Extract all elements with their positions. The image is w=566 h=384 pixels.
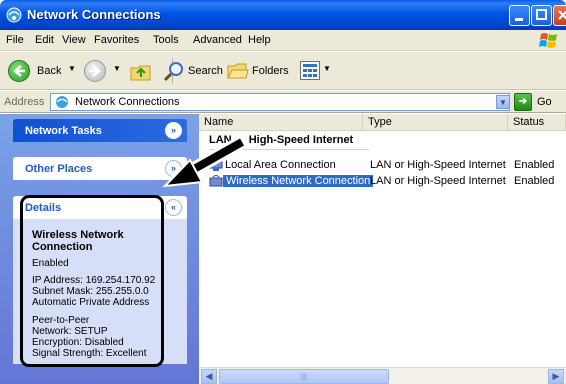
folders-button[interactable]: Folders bbox=[252, 65, 289, 77]
network-connections-icon bbox=[56, 96, 68, 108]
close-button[interactable] bbox=[553, 5, 566, 26]
connection-status: Enabled bbox=[514, 175, 555, 187]
minimize-button[interactable] bbox=[509, 5, 530, 26]
menu-help[interactable]: Help bbox=[248, 34, 271, 46]
toolbar: Back ▼ ▼ Search Folders ▼ bbox=[0, 52, 566, 90]
address-bar: Address Network Connections ▼ ➔ Go bbox=[0, 91, 566, 113]
title-bar[interactable]: Network Connections bbox=[0, 0, 566, 30]
column-name[interactable]: Name bbox=[199, 114, 363, 131]
menu-favorites[interactable]: Favorites bbox=[94, 34, 139, 46]
connection-type: LAN or High-Speed Internet bbox=[370, 159, 506, 171]
connection-status: Enabled bbox=[514, 159, 555, 171]
views-dropdown-icon[interactable]: ▼ bbox=[323, 64, 331, 73]
back-arrow-icon bbox=[13, 65, 25, 77]
window-title: Network Connections bbox=[27, 7, 161, 22]
network-tasks-title: Network Tasks bbox=[25, 125, 102, 137]
forward-button[interactable] bbox=[84, 60, 106, 82]
menu-file[interactable]: File bbox=[6, 34, 24, 46]
forward-dropdown-icon[interactable]: ▼ bbox=[113, 64, 121, 73]
horizontal-scrollbar[interactable]: ◀ ||| ▶ bbox=[199, 367, 566, 384]
views-button[interactable] bbox=[300, 61, 320, 80]
maximize-icon bbox=[536, 9, 547, 20]
search-icon[interactable] bbox=[163, 60, 185, 82]
scroll-right-icon[interactable]: ▶ bbox=[548, 369, 564, 384]
menu-bar: File Edit View Favorites Tools Advanced … bbox=[0, 30, 566, 51]
folders-icon[interactable] bbox=[226, 61, 250, 81]
menu-tools[interactable]: Tools bbox=[153, 34, 179, 46]
details-highlight-box bbox=[20, 195, 164, 367]
address-label: Address bbox=[4, 96, 45, 108]
go-button[interactable]: Go bbox=[537, 96, 552, 108]
go-arrow-icon[interactable]: ➔ bbox=[514, 93, 532, 111]
column-status[interactable]: Status bbox=[508, 114, 566, 131]
up-folder-icon[interactable] bbox=[128, 60, 154, 82]
menu-advanced[interactable]: Advanced bbox=[193, 34, 242, 46]
column-type[interactable]: Type bbox=[363, 114, 508, 131]
other-places-title: Other Places bbox=[25, 163, 93, 175]
windows-logo-icon bbox=[539, 33, 557, 48]
back-label[interactable]: Back bbox=[37, 65, 61, 77]
maximize-button[interactable] bbox=[531, 5, 552, 26]
scroll-left-icon[interactable]: ◀ bbox=[201, 369, 217, 384]
forward-arrow-icon bbox=[89, 65, 101, 77]
connection-type: LAN or High-Speed Internet bbox=[370, 175, 506, 187]
pointer-arrow-icon bbox=[162, 135, 249, 188]
back-button[interactable] bbox=[8, 60, 30, 82]
address-value: Network Connections bbox=[75, 96, 180, 108]
minimize-icon bbox=[515, 18, 523, 21]
menu-view[interactable]: View bbox=[62, 34, 86, 46]
back-dropdown-icon[interactable]: ▼ bbox=[68, 64, 76, 73]
views-grid-icon bbox=[303, 64, 317, 77]
menu-edit[interactable]: Edit bbox=[35, 34, 54, 46]
scroll-thumb[interactable]: ||| bbox=[219, 369, 389, 384]
address-input[interactable]: Network Connections ▼ bbox=[50, 93, 510, 111]
search-button[interactable]: Search bbox=[188, 65, 223, 77]
network-connections-icon bbox=[6, 7, 22, 23]
chevron-up-icon[interactable]: « bbox=[165, 199, 182, 216]
close-icon bbox=[558, 10, 566, 20]
address-dropdown-icon[interactable]: ▼ bbox=[496, 95, 510, 109]
